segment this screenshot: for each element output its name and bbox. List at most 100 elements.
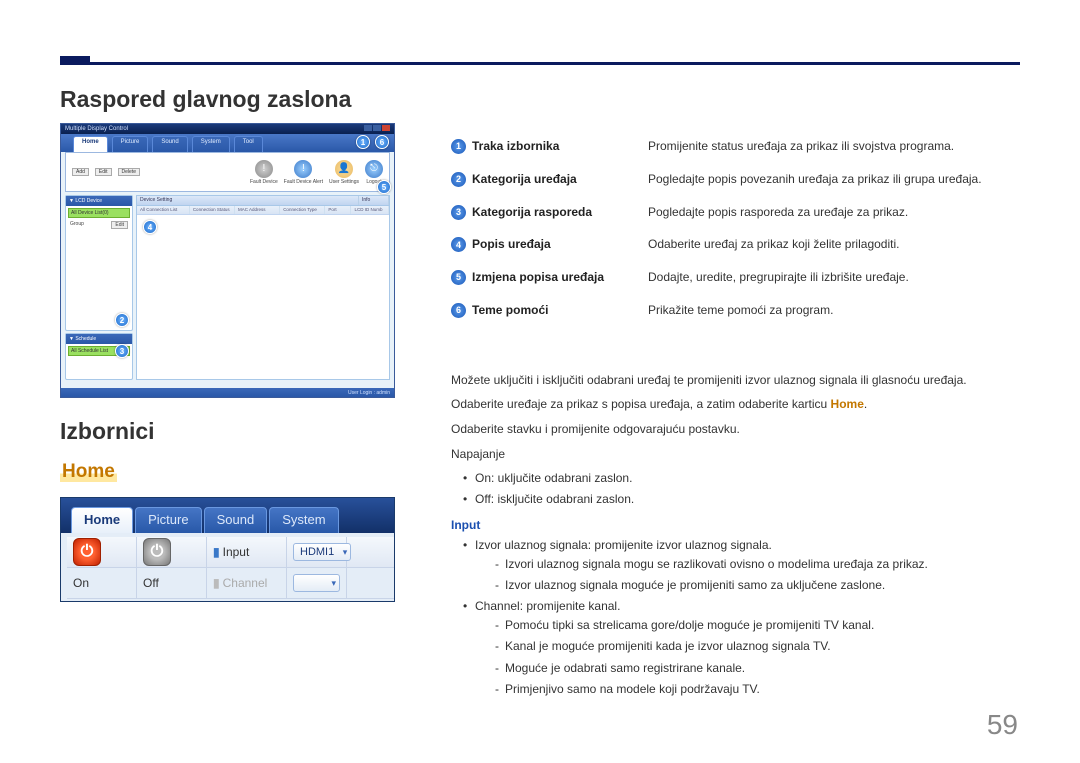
page-content: Raspored glavnog zaslona Multiple Displa… (60, 86, 1020, 723)
cell-on-label: On (67, 568, 137, 599)
group-row: Group Edit (68, 220, 130, 230)
group-label: Group (70, 221, 84, 229)
legend-term: Traka izbornika (472, 138, 648, 155)
dash-1: Izvori ulaznog signala mogu se razlikova… (495, 555, 1020, 574)
tab2-home[interactable]: Home (71, 507, 133, 533)
para-3: Odaberite stavku i promijenite odgovaraj… (451, 420, 1020, 439)
legend-num: 3 (451, 205, 466, 220)
para-1: Možete uključiti i isključiti odabrani u… (451, 371, 1020, 390)
legend-num: 4 (451, 237, 466, 252)
legend-num: 6 (451, 303, 466, 318)
bullet-input-source: Izvor ulaznog signala: promijenite izvor… (465, 536, 1020, 596)
tab-system[interactable]: System (192, 136, 230, 152)
tb-user-settings[interactable]: 👤User Settings (329, 160, 359, 185)
btn-edit[interactable]: Edit (95, 168, 112, 176)
power-on-icon: ⏻ (73, 538, 101, 566)
cell-off-icon[interactable]: ⏻ (137, 537, 207, 568)
left-column: Raspored glavnog zaslona Multiple Displa… (60, 86, 395, 723)
hl-home: Home (831, 397, 864, 411)
group-edit-btn[interactable]: Edit (111, 221, 128, 229)
bullet-off: Off: isključite odabrani zaslon. (465, 490, 1020, 509)
callout-5: 5 (377, 180, 391, 194)
heading-layout: Raspored glavnog zaslona (60, 86, 395, 113)
dash-c4: Primjenjivo samo na modele koji podržava… (495, 680, 1020, 699)
screenshot-home-tab: Home Picture Sound System ⏻ ⏻ ▮Input HDM… (60, 497, 395, 602)
callout-6: 6 (375, 135, 389, 149)
btn-add[interactable]: Add (72, 168, 89, 176)
window-titlebar: Multiple Display Control (61, 124, 394, 134)
all-device-list[interactable]: All Device List(0) (68, 208, 130, 218)
channel-sublist: Pomoću tipki sa strelicama gore/dolje mo… (475, 616, 1020, 699)
tab-picture[interactable]: Picture (112, 136, 149, 152)
input-sublist: Izvori ulaznog signala mogu se razlikova… (475, 555, 1020, 595)
legend-term: Teme pomoći (472, 302, 648, 319)
window-title: Multiple Display Control (65, 126, 128, 132)
dash-c2: Kanal je moguće promijeniti kada je izvo… (495, 637, 1020, 656)
bar-icon-dim: ▮ (213, 576, 220, 590)
user-icon: 👤 (335, 160, 353, 178)
legend-desc: Promijenite status uređaja za prikaz ili… (648, 138, 1020, 155)
power-off-icon: ⏻ (143, 538, 171, 566)
legend-desc: Prikažite teme pomoći za program. (648, 302, 1020, 319)
bullet-channel: Channel: promijenite kanal. Pomoću tipki… (465, 597, 1020, 699)
legend-num: 2 (451, 172, 466, 187)
legend-list: 1 Traka izbornika Promijenite status ure… (451, 138, 1020, 319)
legend-term: Popis uređaja (472, 236, 648, 253)
cell-channel-label: ▮Channel (207, 568, 287, 599)
tab-tool[interactable]: Tool (234, 136, 263, 152)
tab2-picture[interactable]: Picture (135, 507, 201, 533)
panel-head-lcd[interactable]: ▼ LCD Device (66, 196, 132, 206)
callout-2: 2 (115, 313, 129, 327)
device-category-panel: ▼ LCD Device All Device List(0) Group Ed… (65, 195, 133, 331)
toolbar: Add Edit Delete !Fault Device !Fault Dev… (65, 152, 390, 192)
alert-icon: ! (294, 160, 312, 178)
dash-c3: Moguće je odabrati samo registrirane kan… (495, 659, 1020, 678)
tab2-system[interactable]: System (269, 507, 338, 533)
legend-term: Kategorija uređaja (472, 171, 648, 188)
tb-fault-alert[interactable]: !Fault Device Alert (284, 160, 323, 185)
cell-on-icon[interactable]: ⏻ (67, 537, 137, 568)
warning-icon: ! (255, 160, 273, 178)
input-list: Izvor ulaznog signala: promijenite izvor… (451, 536, 1020, 700)
legend-desc: Pogledajte popis rasporeda za uređaje za… (648, 204, 1020, 221)
schedule-category-panel: ▼ Schedule All Schedule List 3 (65, 333, 133, 380)
status-bar: User Login : admin (61, 388, 394, 397)
panel-head-schedule[interactable]: ▼ Schedule (66, 334, 132, 344)
tab-home[interactable]: Home (73, 136, 108, 152)
bar-icon: ▮ (213, 545, 220, 559)
channel-dropdown[interactable] (293, 574, 340, 592)
heading-menus: Izbornici (60, 418, 395, 445)
sidebar: ▼ LCD Device All Device List(0) Group Ed… (65, 195, 133, 380)
window-controls (363, 125, 390, 133)
device-list-panel: Device Setting Info All Connection List … (136, 195, 390, 380)
dash-2: Izvor ulaznog signala moguće je promijen… (495, 576, 1020, 595)
cell-input-label: ▮Input (207, 537, 287, 568)
grid-head: All Connection List Connection Status MA… (137, 206, 389, 215)
cell-off-label: Off (137, 568, 207, 599)
legend-term: Kategorija rasporeda (472, 204, 648, 221)
cell-pad1 (347, 537, 394, 568)
para-2: Odaberite uređaje za prikaz s popisa ure… (451, 395, 1020, 414)
heading-home: Home (60, 461, 117, 482)
legend-item-5: 5 Izmjena popisa uređaja Dodajte, uredit… (451, 269, 1020, 286)
tabs-row: Home Picture Sound System (61, 498, 394, 533)
header-rule (60, 62, 1020, 65)
tab-sound[interactable]: Sound (152, 136, 187, 152)
legend-term: Izmjena popisa uređaja (472, 269, 648, 286)
legend-item-2: 2 Kategorija uređaja Pogledajte popis po… (451, 171, 1020, 188)
grid-head-top: Device Setting Info (137, 196, 389, 206)
right-column: 1 Traka izbornika Promijenite status ure… (451, 86, 1020, 723)
para-4: Napajanje (451, 445, 1020, 464)
logout-icon: ⎋ (365, 160, 383, 178)
callout-1: 1 (356, 135, 370, 149)
input-dropdown[interactable]: HDMI1 (293, 543, 351, 561)
tab2-sound[interactable]: Sound (204, 507, 268, 533)
legend-desc: Odaberite uređaj za prikaz koji želite p… (648, 236, 1020, 253)
tb-fault-device[interactable]: !Fault Device (250, 160, 278, 185)
menu-bar: Home Picture Sound System Tool 1 6 (61, 134, 394, 152)
screenshot-main-layout: Multiple Display Control Home Picture So… (60, 123, 395, 398)
cell-pad2 (347, 568, 394, 599)
cell-input-dd: HDMI1 (287, 537, 347, 568)
legend-item-3: 3 Kategorija rasporeda Pogledajte popis … (451, 204, 1020, 221)
btn-delete[interactable]: Delete (118, 168, 140, 176)
